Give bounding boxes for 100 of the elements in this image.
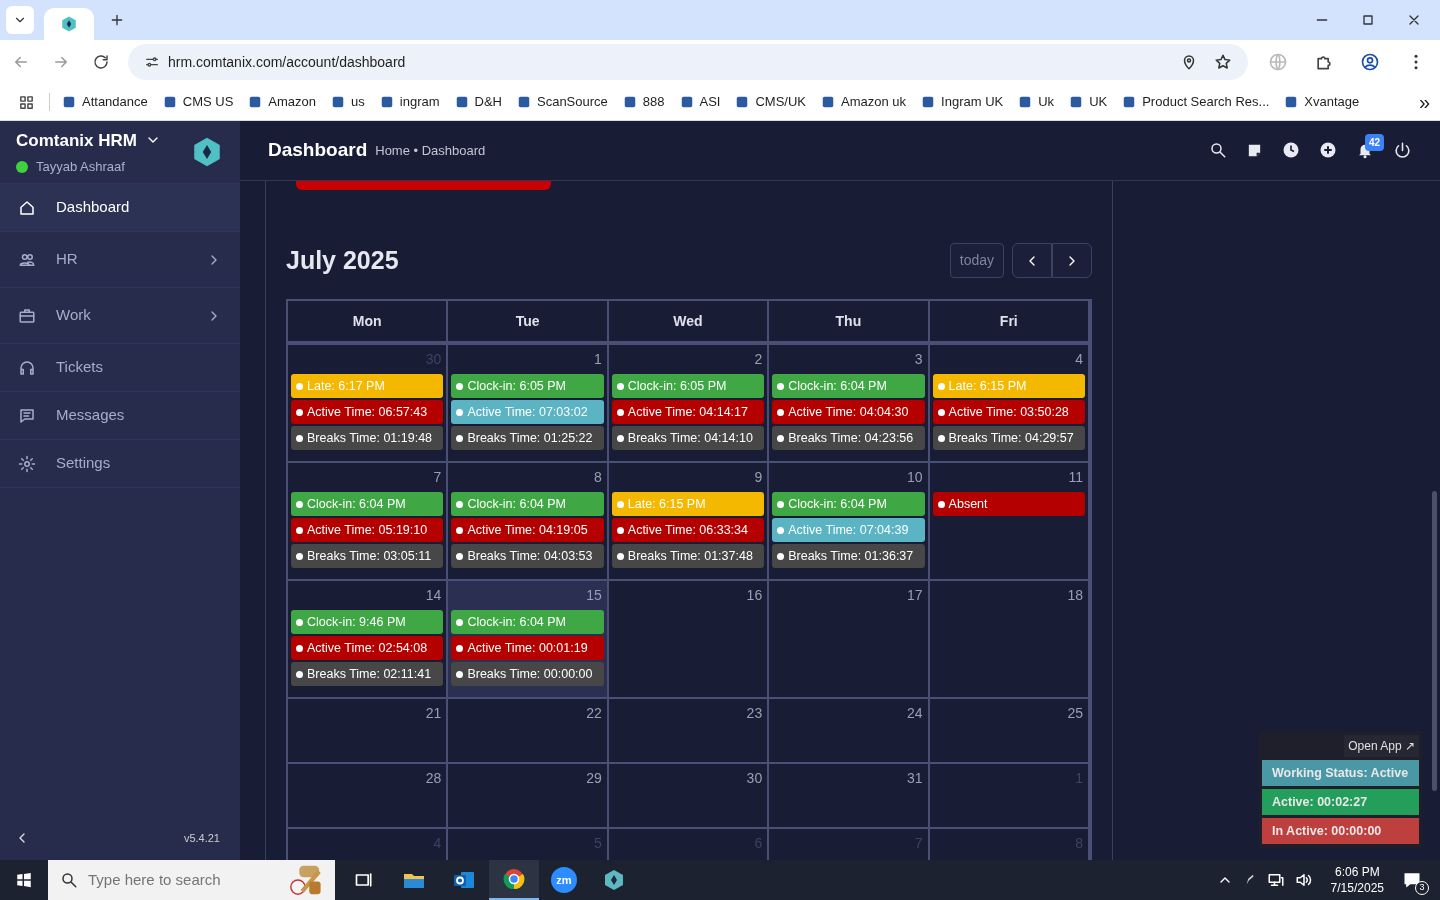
event-label[interactable]: Breaks Time: 04:14:10	[611, 426, 765, 451]
star-icon[interactable]	[1214, 53, 1232, 71]
browser-app-button[interactable]	[489, 860, 539, 900]
home-icon	[18, 198, 36, 217]
notification-count: 3	[1415, 881, 1429, 895]
reload-icon[interactable]	[92, 53, 110, 71]
event-label[interactable]: Active Time: 04:19:05	[451, 518, 604, 543]
bookmark-link[interactable]: Amazon uk	[821, 92, 907, 112]
event-label[interactable]: Active Time: 05:19:10	[291, 518, 444, 543]
search-icon[interactable]	[1209, 141, 1227, 160]
day-number: 21	[425, 704, 443, 724]
favicon-icon	[821, 95, 836, 109]
bookmark-link[interactable]: D&H	[454, 92, 502, 112]
apps-grid-icon[interactable]	[18, 93, 35, 111]
volume-icon[interactable]	[1294, 871, 1313, 889]
new-tab-icon[interactable]	[109, 12, 125, 28]
favicon-icon	[1284, 95, 1299, 109]
favicon-icon	[331, 95, 346, 109]
url-text: hrm.comtanix.com/account/dashboard	[168, 52, 406, 72]
event-label[interactable]: Breaks Time: 01:37:48	[611, 544, 765, 569]
bookmark-link[interactable]: Product Search Res...	[1122, 92, 1270, 112]
status-row: Working Status: Active	[1262, 760, 1419, 786]
event-label[interactable]: Breaks Time: 02:11:41	[291, 662, 444, 687]
hexagon-logo-icon	[60, 15, 78, 33]
windows-start-icon[interactable]	[15, 871, 33, 889]
event-label[interactable]: Breaks Time: 01:19:48	[291, 426, 444, 451]
weekday-header: Mon	[288, 301, 449, 346]
day-number: 24	[907, 704, 924, 724]
event-label[interactable]: Breaks Time: 04:03:53	[451, 544, 604, 569]
calendar-title: July 2025	[286, 244, 399, 276]
user-name: Tayyab Ashraaf	[36, 158, 125, 176]
day-number: 1	[594, 350, 603, 370]
favicon-icon	[517, 95, 531, 109]
status-row: In Active: 00:00:00	[1262, 818, 1419, 844]
weekday-header: Thu	[769, 301, 930, 346]
bookmark-link[interactable]: ASI	[679, 92, 721, 112]
day-number: 14	[425, 586, 443, 606]
day-number: 30	[746, 769, 764, 789]
plus-circle-icon[interactable]	[1319, 141, 1337, 160]
day-number: 17	[907, 586, 924, 606]
notifications-icon[interactable]	[1402, 870, 1422, 890]
event-label[interactable]: Breaks Time: 04:23:56	[772, 426, 925, 451]
favicon-icon	[379, 95, 394, 109]
favicon-icon	[1122, 95, 1137, 109]
open-app-button[interactable]: Open App ↗	[1344, 735, 1419, 757]
event-label[interactable]: Breaks Time: 04:29:57	[932, 426, 1085, 451]
bookmark-link[interactable]: 888	[622, 92, 665, 112]
favicon-icon	[248, 95, 263, 109]
event-label[interactable]: Active Time: 02:54:08	[291, 636, 444, 661]
event-label[interactable]: Active Time: 00:01:19	[451, 636, 604, 661]
bookmark-link[interactable]: CMS/UK	[735, 92, 807, 112]
day-number: 22	[586, 704, 603, 724]
favicon-icon	[921, 95, 936, 109]
clock-icon[interactable]	[1282, 141, 1300, 160]
favicon-icon	[622, 95, 637, 109]
taskbar-search-field[interactable]: Type here to search	[48, 860, 335, 900]
site-settings-icon[interactable]	[144, 54, 160, 70]
event-label[interactable]: Active Time: 04:14:17	[611, 400, 765, 425]
favicon-icon	[62, 95, 76, 109]
address-bar[interactable]: hrm.comtanix.com/account/dashboard	[128, 44, 1248, 80]
favicon-icon	[454, 95, 469, 109]
event-label[interactable]: Absent	[932, 492, 1085, 517]
bookmark-link[interactable]: CMS US	[162, 92, 234, 112]
event-label[interactable]: Breaks Time: 03:05:11	[291, 544, 444, 569]
bookmark-link[interactable]: Amazon	[248, 92, 317, 112]
headset-icon	[18, 358, 36, 377]
bookmark-link[interactable]: UK	[1069, 92, 1108, 112]
weekday-header: Fri	[929, 301, 1090, 346]
event-label[interactable]: Active Time: 06:57:43	[291, 400, 444, 425]
sidebar-item[interactable]: HR	[0, 232, 240, 288]
bookmark-link[interactable]: Attandance	[62, 92, 148, 112]
gear-icon	[18, 454, 36, 473]
sidebar-item[interactable]: Work	[0, 288, 240, 344]
bookmark-link[interactable]: Uk	[1018, 92, 1055, 112]
scrollbar-thumb[interactable]	[1432, 491, 1437, 791]
event-label[interactable]: Breaks Time: 01:36:37	[772, 544, 925, 569]
bookmark-link[interactable]: Ingram UK	[921, 92, 1004, 112]
bookmark-link[interactable]: ScanSource	[517, 92, 608, 112]
bookmark-link[interactable]: ingram	[379, 92, 440, 112]
power-icon[interactable]	[1393, 140, 1412, 160]
profile-icon[interactable]	[1360, 52, 1380, 72]
event-label[interactable]: Breaks Time: 01:25:22	[451, 426, 604, 451]
event-label[interactable]: Breaks Time: 00:00:00	[451, 662, 604, 687]
maximize-icon[interactable]	[1360, 12, 1376, 28]
event-label[interactable]: Active Time: 06:33:34	[611, 518, 765, 543]
bookmark-link[interactable]: us	[331, 92, 365, 112]
weekday-header: Wed	[608, 301, 770, 346]
sidebar-item[interactable]: Settings	[0, 440, 240, 488]
bookmark-link[interactable]: Xvantage	[1284, 92, 1360, 112]
bookmarks-overflow-button[interactable]: »	[1418, 87, 1430, 117]
network-icon[interactable]	[1266, 871, 1285, 889]
sidebar-item[interactable]: Messages	[0, 392, 240, 440]
search-input[interactable]: Type here to search	[86, 867, 256, 893]
sidebar-item[interactable]: Tickets	[0, 344, 240, 392]
day-number: 7	[433, 468, 443, 488]
event-label[interactable]: Active Time: 04:04:30	[772, 400, 925, 425]
clock-date: 7/15/2025	[1330, 880, 1384, 897]
weekday-header: Tue	[448, 301, 609, 346]
event-label[interactable]: Active Time: 03:50:28	[932, 400, 1085, 425]
sidebar-item[interactable]: Dashboard	[0, 184, 240, 232]
